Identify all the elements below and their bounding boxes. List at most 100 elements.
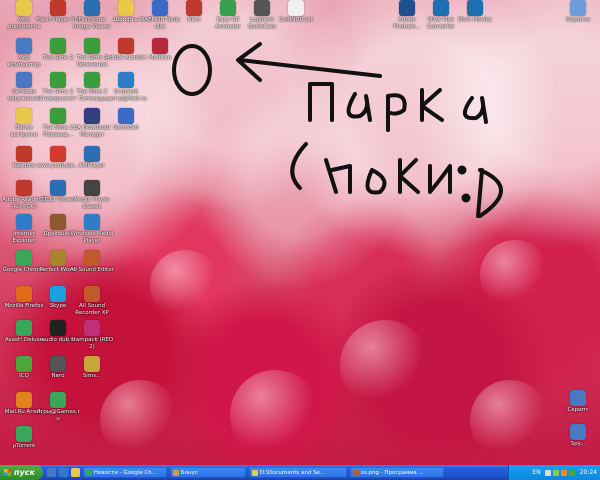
text-file-icon xyxy=(288,0,304,16)
taskbar-button[interactable]: Новости - Google Ch... xyxy=(82,467,167,478)
script-icon xyxy=(570,390,586,406)
games-icon xyxy=(50,392,66,408)
avast-icon xyxy=(16,320,32,336)
desktop-icon-label: Игровой центр@Mail.ru xyxy=(105,89,147,102)
nero-small-icon xyxy=(50,356,66,372)
network-icon xyxy=(16,72,32,88)
divx-icon xyxy=(433,0,449,16)
ie-quick-icon[interactable] xyxy=(58,468,68,477)
sims-small-icon xyxy=(84,356,100,372)
sims-university-icon xyxy=(50,72,66,88)
gameset-icon xyxy=(118,108,134,124)
taskbar-button[interactable]: D:\Documents and Se... xyxy=(248,467,347,478)
sims-moving-icon xyxy=(50,108,66,124)
chrome-icon xyxy=(16,250,32,266)
internet-explorer-icon xyxy=(16,214,32,230)
explorer-task-icon xyxy=(251,469,258,476)
desktop-icon[interactable]: Sims... xyxy=(70,356,114,380)
desktop-icon-label: Игры@Games.ru xyxy=(36,409,80,422)
raspberry-decoration xyxy=(470,380,550,460)
taskbar-button[interactable]: ss.png - Программа ... xyxy=(349,467,444,478)
desktop-icon-label: Windows Media Player xyxy=(70,231,114,244)
raspberry-decoration xyxy=(340,320,430,410)
dragon-icon xyxy=(50,214,66,230)
perfect-world-icon xyxy=(50,250,66,266)
sound-recorder-icon xyxy=(84,286,100,302)
taskbar: пуск Новости - Google Ch... Бонус D:\Docum… xyxy=(0,465,600,480)
windows-logo-icon xyxy=(4,469,11,476)
clock[interactable]: 20:24 xyxy=(580,469,597,476)
fonts-folder-icon xyxy=(118,0,134,16)
raspberry-decoration xyxy=(150,250,220,320)
disc-icon xyxy=(152,0,168,16)
divx-movies-icon xyxy=(467,0,483,16)
desktop-icon-label: Media Player Classic xyxy=(74,197,110,210)
desktop-icon-label: Скрипт xyxy=(567,407,589,413)
kmplayer-icon xyxy=(84,146,100,162)
system-tray: EN 20:24 xyxy=(508,465,600,480)
taskbar-button[interactable]: Бонус xyxy=(169,467,246,478)
stdu-icon xyxy=(50,180,66,196)
sound-editor-icon xyxy=(84,250,100,266)
desktop-icon-label: µTorrent xyxy=(12,443,36,449)
desktop-icon-label: KMPlayer xyxy=(79,163,105,169)
desktop-icon[interactable]: Media Player Classic xyxy=(70,180,114,210)
chrome-task-icon xyxy=(85,469,92,476)
desktop-icon-label: stampack (RED 2) xyxy=(70,337,114,350)
desktop-icon[interactable]: Скрипт xyxy=(556,390,600,414)
skype-icon xyxy=(50,286,66,302)
taskbar-button-label: D:\Documents and Se... xyxy=(259,469,326,476)
quick-launch-bar xyxy=(46,468,80,477)
stampack-icon xyxy=(84,320,100,336)
media-player-classic-icon xyxy=(84,180,100,196)
language-indicator[interactable]: EN xyxy=(532,469,540,476)
raspberry-decoration xyxy=(100,380,180,460)
start-button[interactable]: пуск xyxy=(0,465,43,480)
spy-icon xyxy=(570,424,586,440)
flash-icon xyxy=(50,0,66,16)
show-desktop-icon[interactable] xyxy=(46,468,56,477)
firefox-icon xyxy=(16,286,32,302)
desktop-icon[interactable]: Windows Media Player xyxy=(70,214,114,244)
volume-icon[interactable] xyxy=(544,469,551,476)
acrobat-icon xyxy=(118,38,134,54)
webcam-icon xyxy=(254,0,270,16)
nero-icon xyxy=(186,0,202,16)
icq-tray-icon[interactable] xyxy=(568,469,575,476)
start-button-label: пуск xyxy=(14,468,35,477)
desktop-icon[interactable]: µTorrent xyxy=(2,426,46,450)
game-center-icon xyxy=(118,72,134,88)
antivirus-tray-icon[interactable] xyxy=(560,469,567,476)
desktop-icon[interactable]: Корзина xyxy=(556,0,600,24)
bonus-task-icon xyxy=(172,469,179,476)
sims-hobbies-icon xyxy=(84,38,100,54)
icq-icon xyxy=(16,356,32,372)
media-quick-icon[interactable] xyxy=(70,468,80,477)
audio-dub-icon xyxy=(50,320,66,336)
paint-task-icon xyxy=(352,469,359,476)
readme-icon xyxy=(16,146,32,162)
desktop-icon[interactable]: Spy... xyxy=(556,424,600,448)
desktop-icon[interactable]: All Sound Editor xyxy=(70,250,114,274)
sims-pets-icon xyxy=(84,72,100,88)
raspberry-decoration xyxy=(230,370,320,460)
desktop-icon-label: Spy... xyxy=(570,441,586,447)
handwritten-annotation xyxy=(172,42,503,218)
taskbar-button-label: ss.png - Программа ... xyxy=(360,469,424,476)
desktop-icon[interactable]: Игры@Games.ru xyxy=(36,392,80,422)
network-tray-icon[interactable] xyxy=(552,469,559,476)
desktop-icon-label: GameSet xyxy=(113,125,139,131)
computer-icon xyxy=(16,38,32,54)
windows-media-player-icon xyxy=(84,214,100,230)
desktop-icon[interactable]: stampack (RED 2) xyxy=(70,320,114,350)
desktop-icon[interactable]: KMPlayer xyxy=(70,146,114,170)
desktop-icon[interactable]: Игровой центр@Mail.ru xyxy=(104,72,148,102)
desktop-icon[interactable]: GameSet xyxy=(104,108,148,132)
recycle-bin-icon xyxy=(570,0,586,16)
ea-icon xyxy=(84,108,100,124)
folder-icon xyxy=(16,0,32,16)
adobe-reader-icon xyxy=(16,180,32,196)
taskbar-button-label: Новости - Google Ch... xyxy=(93,469,158,476)
desktop-icon-label: Sims... xyxy=(82,373,102,379)
desktop-icon[interactable]: All Sound Recorder XP xyxy=(70,286,114,316)
